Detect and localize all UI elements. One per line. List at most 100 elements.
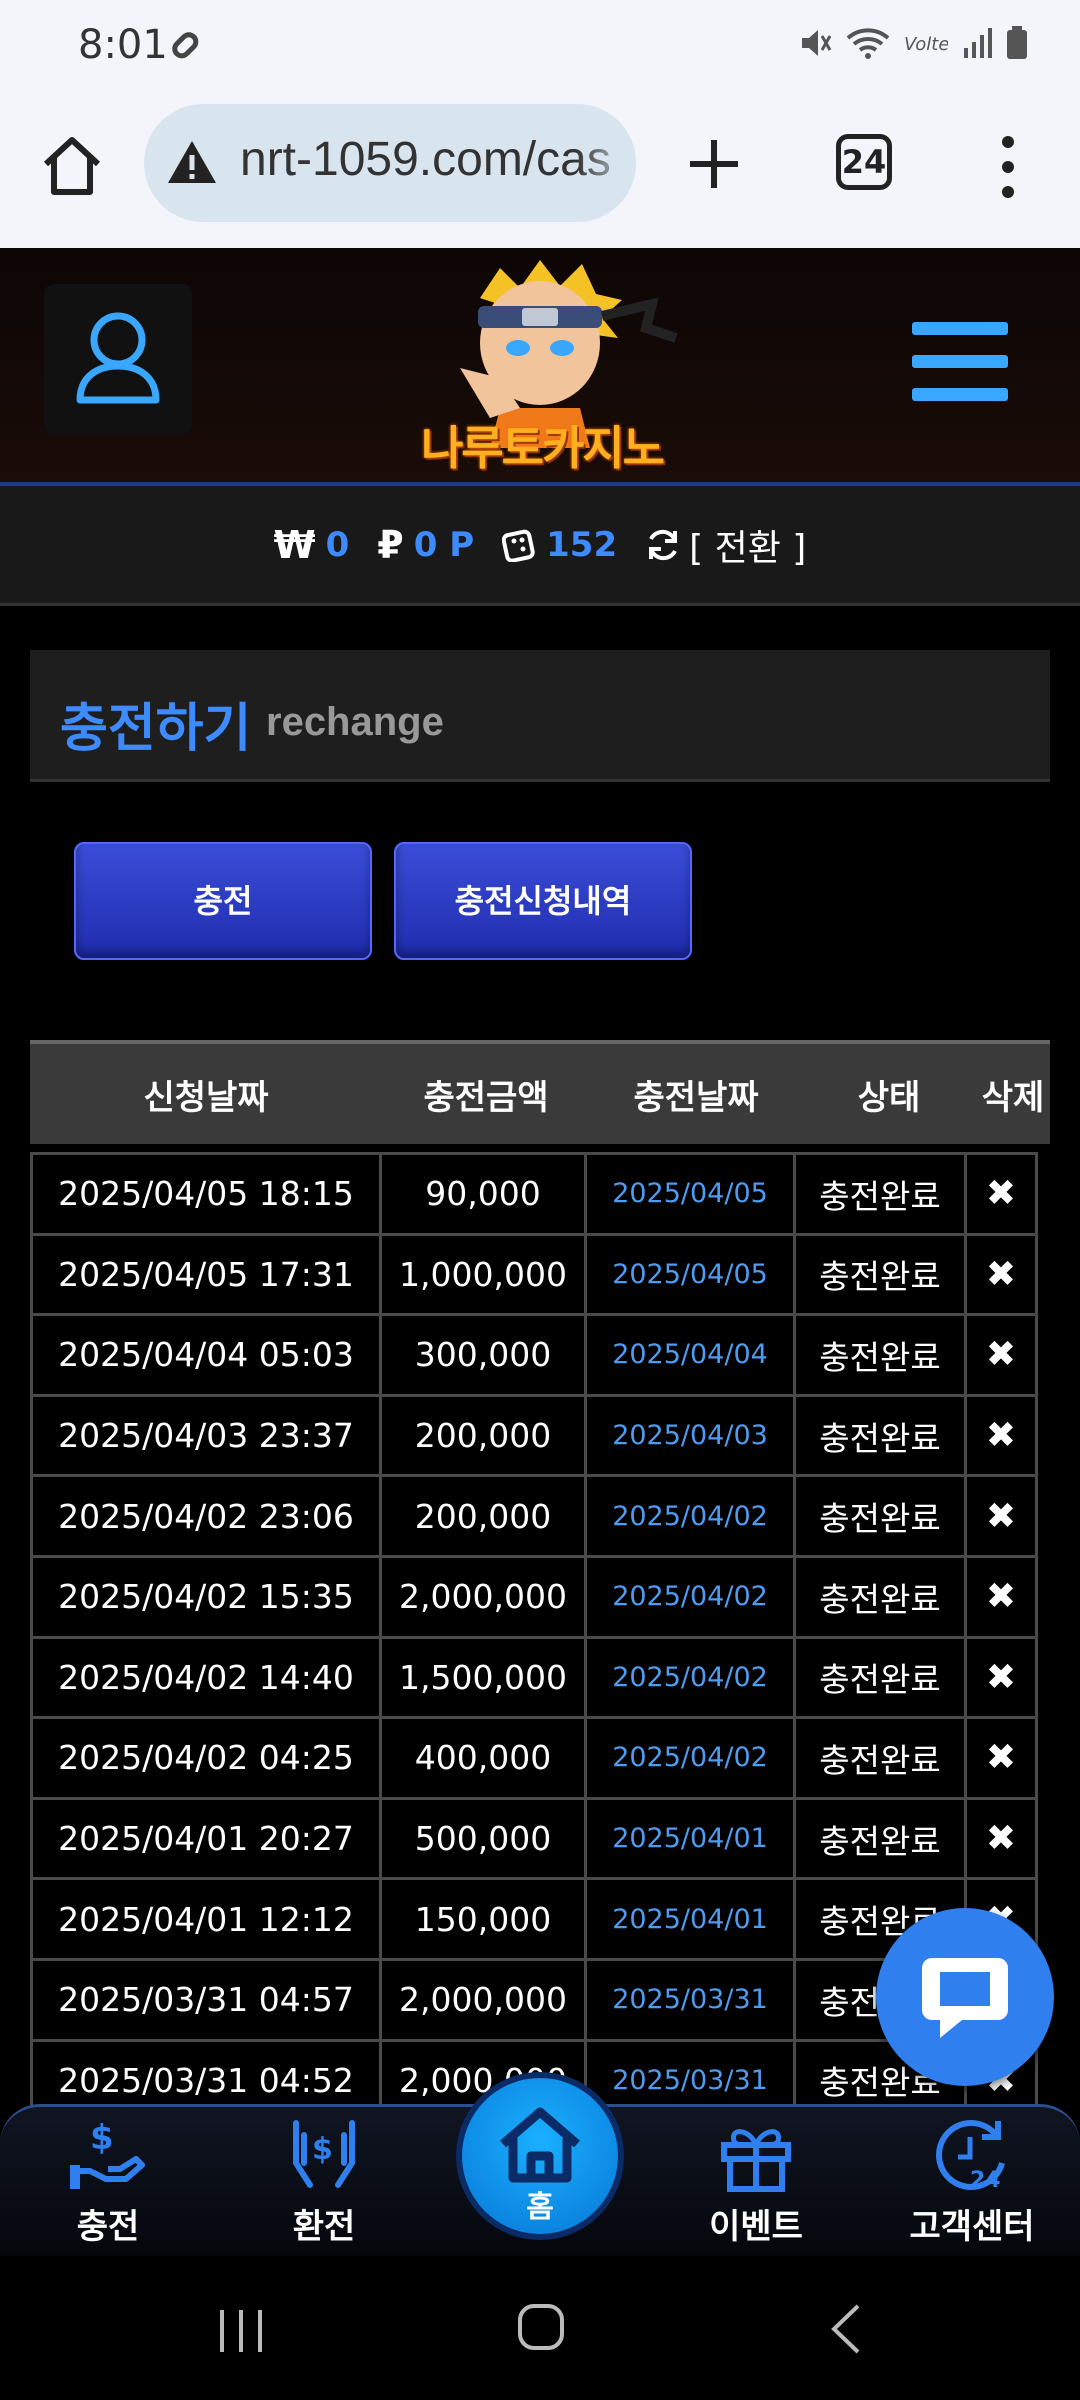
delete-icon[interactable]: ✖ <box>964 1554 1038 1639</box>
charge-date-cell: 2025/04/03 <box>584 1393 796 1478</box>
section-title-en: rechange <box>266 700 444 744</box>
delete-icon[interactable]: ✖ <box>964 1152 1038 1236</box>
charge-history-button[interactable]: 충전신청내역 <box>394 842 692 960</box>
nav-charge[interactable]: $ 충전 <box>18 2115 198 2248</box>
status-cell: 충전완료 <box>793 1313 967 1397</box>
charge-date-cell: 2025/04/01 <box>584 1796 796 1881</box>
nav-exchange[interactable]: $ 환전 <box>234 2115 414 2248</box>
money-balance: ₩ 0 <box>274 523 350 567</box>
amount-cell: 1,000,000 <box>379 1232 587 1317</box>
status-cell: 충전완료 <box>793 1152 967 1236</box>
withdraw-hands-coin-icon: $ <box>293 2120 355 2188</box>
charge-date-cell: 2025/04/01 <box>584 1877 796 1961</box>
charge-date-cell: 2025/04/02 <box>584 1474 796 1558</box>
point-balance: ₽ 0 P <box>377 523 474 567</box>
hamburger-icon <box>912 322 1008 335</box>
amount-cell: 2,000,000 <box>379 1554 587 1639</box>
convert-label: [ 전환 ] <box>689 527 807 569</box>
dice-icon <box>502 529 535 562</box>
live-chat-button[interactable] <box>876 1908 1054 2086</box>
system-navigation-bar <box>0 2256 1080 2400</box>
delete-icon[interactable]: ✖ <box>964 1232 1038 1317</box>
site-menu-button[interactable] <box>912 322 1008 406</box>
requested-date-cell: 2025/04/04 05:03 <box>30 1313 382 1397</box>
status-cell: 충전완료 <box>793 1554 967 1639</box>
amount-cell: 400,000 <box>379 1716 587 1800</box>
charge-date-cell: 2025/04/02 <box>584 1716 796 1800</box>
header-delete: 삭제 <box>981 1077 1045 1118</box>
system-home-icon[interactable] <box>516 2302 566 2352</box>
delete-icon[interactable]: ✖ <box>964 1796 1038 1881</box>
refresh-icon <box>649 529 678 560</box>
delete-icon[interactable]: ✖ <box>964 1474 1038 1558</box>
table-row: 2025/04/03 23:37 200,000 2025/04/03 충전완료 ✖ <box>30 1393 1050 1478</box>
amount-cell: 90,000 <box>379 1152 587 1236</box>
charge-date-cell: 2025/04/05 <box>584 1152 796 1236</box>
delete-icon[interactable]: ✖ <box>964 1716 1038 1800</box>
requested-date-cell: 2025/04/02 23:06 <box>30 1474 382 1558</box>
mute-icon <box>802 30 832 56</box>
requested-date-cell: 2025/04/05 18:15 <box>30 1152 382 1236</box>
nav-charge-label: 충전 <box>76 2207 140 2247</box>
nav-exchange-label: 환전 <box>292 2207 356 2247</box>
user-login-button[interactable] <box>44 284 192 434</box>
requested-date-cell: 2025/04/05 17:31 <box>30 1232 382 1317</box>
status-cell: 충전완료 <box>793 1393 967 1478</box>
requested-date-cell: 2025/04/02 14:40 <box>30 1635 382 1720</box>
recent-apps-icon[interactable] <box>216 2306 266 2356</box>
status-bar: 8:01 Volte <box>0 0 1080 96</box>
nav-home[interactable]: 홈 <box>456 2072 624 2240</box>
browser-home-icon[interactable] <box>38 132 106 200</box>
gift-icon <box>721 2129 791 2192</box>
nav-support-label: 고객센터 <box>909 2207 1035 2247</box>
svg-text:24: 24 <box>970 2168 1001 2193</box>
chat-bubble-icon <box>922 1958 1008 2038</box>
header-amount: 충전금액 <box>423 1077 549 1118</box>
delete-icon[interactable]: ✖ <box>964 1393 1038 1478</box>
charge-button[interactable]: 충전 <box>74 842 372 960</box>
wifi-icon <box>846 28 890 59</box>
dice-balance: 152 <box>502 525 617 565</box>
amount-cell: 150,000 <box>379 1877 587 1961</box>
table-row: 2025/04/04 05:03 300,000 2025/04/04 충전완료 ✖ <box>30 1313 1050 1397</box>
requested-date-cell: 2025/03/31 04:57 <box>30 1957 382 2042</box>
amount-cell: 200,000 <box>379 1474 587 1558</box>
requested-date-cell: 2025/04/03 23:37 <box>30 1393 382 1478</box>
table-row: 2025/04/02 15:35 2,000,000 2025/04/02 충전완료 ✖ <box>30 1554 1050 1639</box>
svg-text:$: $ <box>90 2118 114 2158</box>
requested-date-cell: 2025/04/01 20:27 <box>30 1796 382 1881</box>
new-tab-icon[interactable] <box>684 134 744 194</box>
status-cell: 충전완료 <box>793 1716 967 1800</box>
amount-cell: 300,000 <box>379 1313 587 1397</box>
address-bar[interactable]: nrt-1059.com/cas <box>144 104 636 222</box>
convert-button[interactable]: [ 전환 ] <box>645 519 806 571</box>
balance-bar: ₩ 0 ₽ 0 P 152 [ 전환 ] <box>0 486 1080 606</box>
link-icon <box>172 32 199 59</box>
status-cell: 충전완료 <box>793 1232 967 1317</box>
back-icon[interactable] <box>826 2302 866 2356</box>
nav-event[interactable]: 이벤트 <box>666 2115 846 2248</box>
browser-toolbar: nrt-1059.com/cas 24 <box>0 96 1080 248</box>
svg-text:$: $ <box>312 2132 333 2167</box>
table-row: 2025/04/02 04:25 400,000 2025/04/02 충전완료 ✖ <box>30 1716 1050 1800</box>
table-header: 신청날짜 충전금액 충전날짜 상태 삭제 <box>30 1040 1050 1144</box>
status-cell: 충전완료 <box>793 1474 967 1558</box>
section-title: 충전하기 rechange <box>30 650 1050 782</box>
tab-switcher-button[interactable]: 24 <box>836 134 892 190</box>
support-24h-icon: 24 <box>936 2120 1005 2193</box>
charge-date-cell: 2025/03/31 <box>584 1957 796 2042</box>
url-text: nrt-1059.com/cas <box>240 133 611 186</box>
amount-cell: 200,000 <box>379 1393 587 1478</box>
header-status: 상태 <box>857 1077 921 1118</box>
status-cell: 충전완료 <box>793 1796 967 1881</box>
amount-cell: 1,500,000 <box>379 1635 587 1720</box>
user-icon <box>76 312 160 404</box>
charge-date-cell: 2025/04/05 <box>584 1232 796 1317</box>
browser-menu-icon[interactable] <box>990 132 1026 202</box>
status-cell: 충전완료 <box>793 1635 967 1720</box>
delete-icon[interactable]: ✖ <box>964 1635 1038 1720</box>
nav-support[interactable]: 24 고객센터 <box>882 2115 1062 2248</box>
point-value: 0 P <box>413 524 475 565</box>
status-icons: Volte <box>798 26 1028 60</box>
delete-icon[interactable]: ✖ <box>964 1313 1038 1397</box>
